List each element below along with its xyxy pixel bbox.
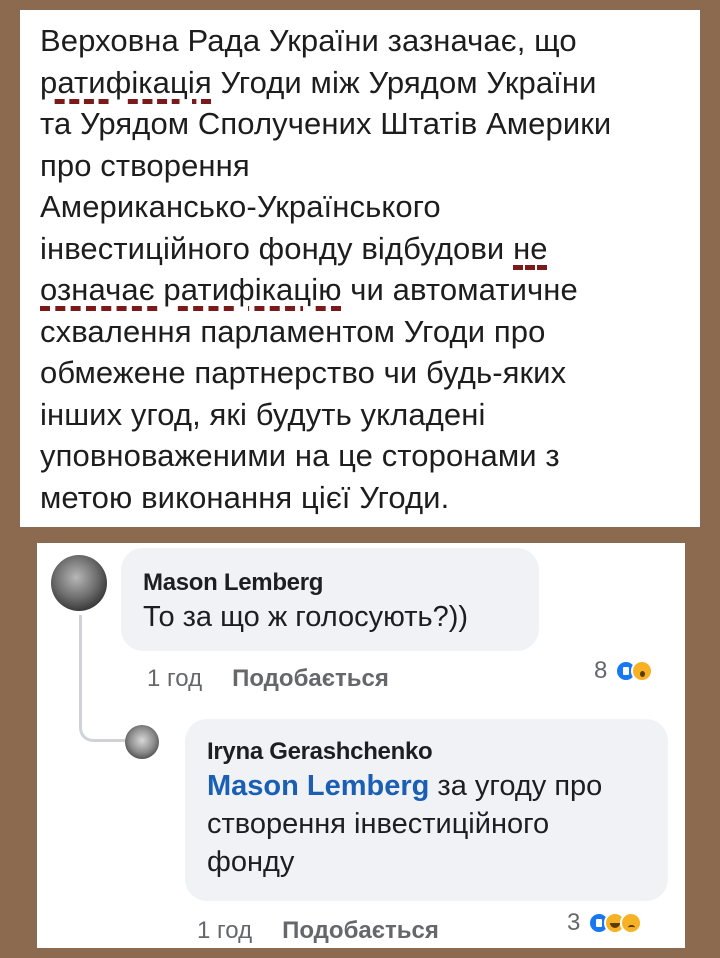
avatar[interactable] xyxy=(125,725,159,759)
sad-icon xyxy=(620,912,643,934)
reaction-count: 8 xyxy=(594,657,608,684)
document-line-text: чи автоматичне xyxy=(341,272,578,307)
document-excerpt: Верховна Рада України зазначає, що ратиф… xyxy=(20,10,700,527)
document-line: ратифікація Угоди між Урядом України xyxy=(40,62,682,104)
comment-meta: 1 год Подобається xyxy=(197,917,439,945)
comment-text-part: за угоду про xyxy=(429,770,603,802)
document-line: схвалення парламентом Угоди про xyxy=(40,313,546,349)
document-line: метою виконання цієї Угоди. xyxy=(40,479,450,515)
mention-link[interactable]: Mason Lemberg xyxy=(207,770,429,802)
highlighted-term: означає ратифікацію xyxy=(40,272,342,307)
reaction-summary[interactable]: 3 xyxy=(567,909,643,937)
comment-text: створення інвестиційного xyxy=(207,808,550,840)
reaction-count: 3 xyxy=(567,909,581,936)
like-button[interactable]: Подобається xyxy=(232,665,389,692)
comment-author[interactable]: Iryna Gerashchenko xyxy=(207,737,668,767)
comment-text: фонду xyxy=(207,846,295,878)
comment-author[interactable]: Mason Lemberg xyxy=(143,568,539,598)
highlighted-term: не xyxy=(513,230,548,266)
document-line: уповноваженими на це сторонами з xyxy=(40,438,560,473)
document-line-text: інвестиційного фонду відбудови xyxy=(40,230,514,266)
document-line: про створення xyxy=(40,147,250,183)
document-line: інвестиційного фонду відбудови не xyxy=(40,228,682,270)
document-line: Верховна Рада України зазначає, що xyxy=(40,23,577,58)
document-line: інших угод, які будуть укладені xyxy=(40,396,486,432)
reply-bubble: Iryna Gerashchenko Mason Lemberg за угод… xyxy=(185,719,668,901)
avatar[interactable] xyxy=(51,555,107,611)
document-line: обмежене партнерство чи будь-яких xyxy=(40,355,567,390)
highlighted-term: ратифікація xyxy=(40,64,212,100)
like-button[interactable]: Подобається xyxy=(282,917,439,944)
document-line-text: Угоди між Урядом України xyxy=(211,64,597,100)
comment-timestamp[interactable]: 1 год xyxy=(147,665,202,692)
document-line: та Урядом Сполучених Штатів Америки xyxy=(40,106,612,141)
comment-bubble: Mason Lemberg То за що ж голосують?)) xyxy=(121,548,539,651)
comment-meta: 1 год Подобається xyxy=(147,665,389,693)
comments-section: Mason Lemberg То за що ж голосують?)) 1 … xyxy=(37,543,685,948)
comment-text: Mason Lemberg за угоду про xyxy=(207,767,668,805)
reaction-summary[interactable]: 8 xyxy=(594,657,654,685)
wow-icon xyxy=(631,660,654,682)
comment-text: То за що ж голосують?)) xyxy=(143,601,469,633)
reply-thread-line xyxy=(79,615,126,742)
document-line: означає ратифікацію чи автоматичне xyxy=(40,269,682,311)
comment-timestamp[interactable]: 1 год xyxy=(197,917,252,944)
document-line: Американсько-Українського xyxy=(40,189,441,224)
